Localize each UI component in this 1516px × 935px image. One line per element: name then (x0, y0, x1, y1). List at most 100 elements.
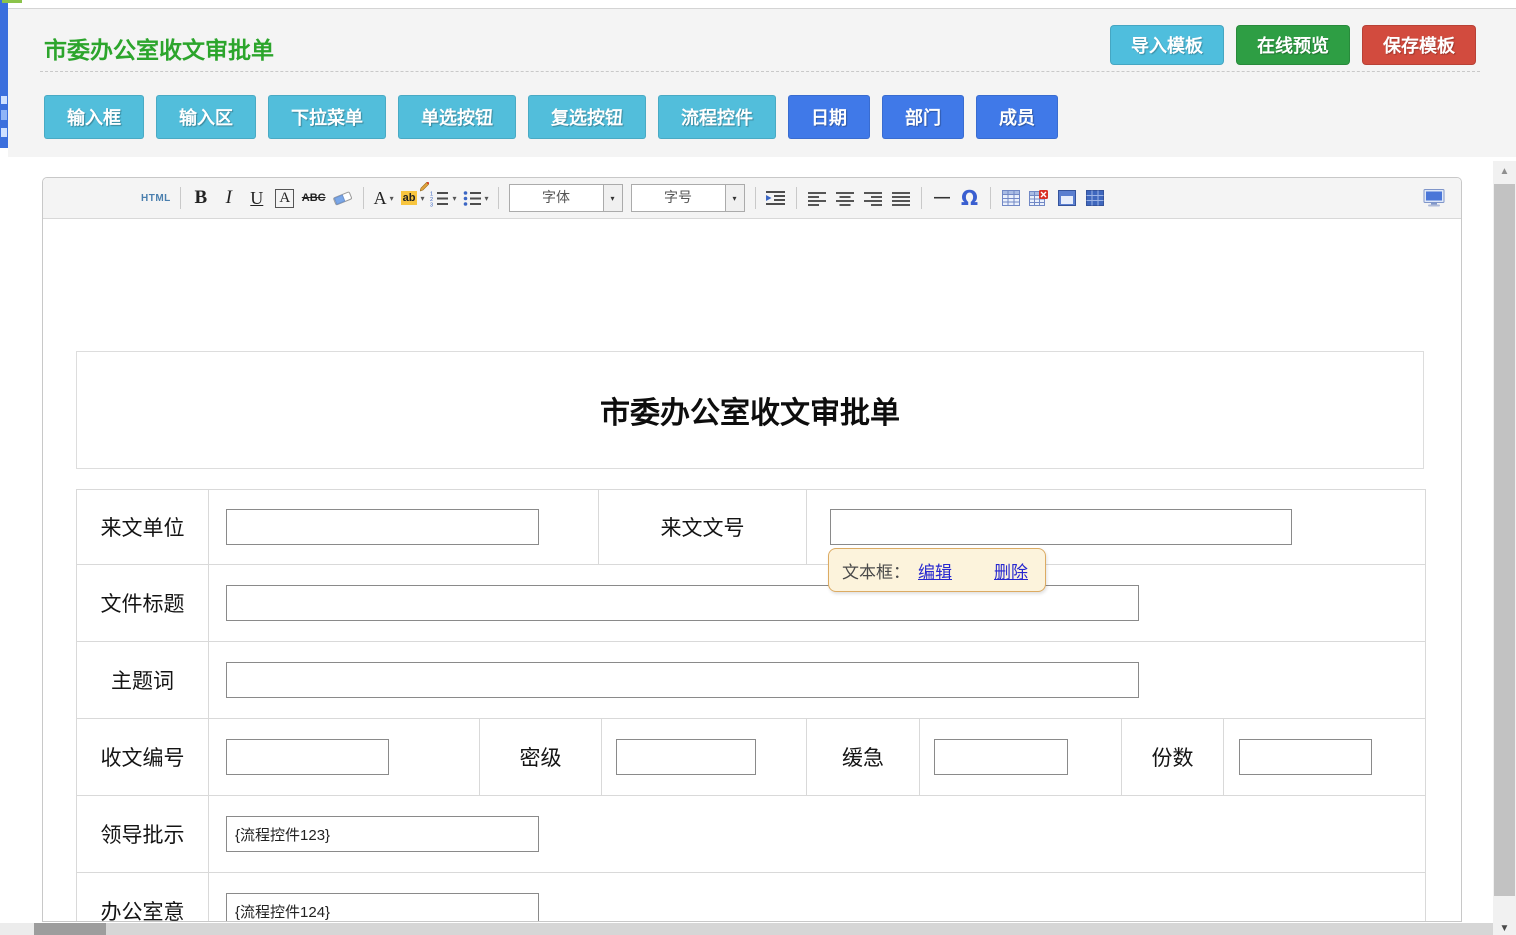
text-border-icon[interactable]: A (275, 189, 294, 208)
window-edge-mark (1, 110, 7, 120)
window-edge-mark (1, 128, 7, 137)
underline-icon[interactable]: U (246, 185, 268, 211)
field-label-security-level: 密级 (520, 742, 562, 772)
incoming-unit-input[interactable] (226, 509, 539, 545)
toolbar-separator (921, 187, 922, 209)
field-context-tooltip: 文本框： 编辑 删除 (828, 548, 1046, 592)
table-cell-properties-icon[interactable] (1056, 185, 1078, 211)
delete-link[interactable]: 删除 (994, 558, 1028, 583)
remove-format-eraser-icon[interactable] (332, 185, 354, 211)
office-opinion-input[interactable] (226, 893, 539, 922)
field-label-incoming-unit: 来文单位 (101, 512, 185, 542)
align-justify-icon[interactable] (890, 185, 912, 211)
highlight-color-icon[interactable]: ab ▾ (401, 185, 425, 211)
toolbar-separator (498, 187, 499, 209)
field-label-incoming-doc-number: 来文文号 (661, 512, 745, 542)
table-row: 办公室意 (77, 873, 1425, 922)
widget-button-dropdown-menu[interactable]: 下拉菜单 (268, 95, 386, 139)
header: 市委办公室收文审批单 导入模板 在线预览 保存模板 输入框 输入区 下拉菜单 单… (8, 9, 1516, 157)
screen: 市委办公室收文审批单 导入模板 在线预览 保存模板 输入框 输入区 下拉菜单 单… (0, 0, 1516, 935)
security-level-input[interactable] (616, 739, 756, 775)
urgency-input[interactable] (934, 739, 1068, 775)
ordered-list-icon[interactable]: 1 2 3 ▾ (430, 185, 456, 211)
insert-table-icon[interactable] (1000, 185, 1022, 211)
header-actions: 导入模板 在线预览 保存模板 (1110, 25, 1476, 65)
vertical-scrollbar-thumb[interactable] (1494, 184, 1515, 896)
online-preview-button[interactable]: 在线预览 (1236, 25, 1350, 65)
widget-toolbar: 输入框 输入区 下拉菜单 单选按钮 复选按钮 流程控件 日期 部门 成员 (44, 95, 1058, 139)
dotted-divider (40, 71, 1480, 72)
scrollbar-corner (0, 923, 34, 935)
incoming-doc-number-input[interactable] (830, 509, 1292, 545)
widget-button-date[interactable]: 日期 (788, 95, 870, 139)
import-template-button[interactable]: 导入模板 (1110, 25, 1224, 65)
pencil-icon (420, 182, 429, 192)
align-center-icon[interactable] (834, 185, 856, 211)
field-label-subject-words: 主题词 (111, 665, 174, 695)
delete-table-icon[interactable] (1028, 185, 1050, 211)
html-source-icon[interactable]: HTML (141, 185, 171, 211)
vertical-scrollbar[interactable]: ▲ ▼ (1493, 161, 1516, 935)
toolbar-separator (180, 187, 181, 209)
table-row: 来文单位 来文文号 (77, 490, 1425, 565)
editor-toolbar: HTML B I U A ABC A▾ ab (43, 178, 1461, 219)
chevron-down-icon[interactable]: ▾ (725, 185, 744, 211)
field-label-receipt-number: 收文编号 (101, 742, 185, 772)
widget-button-flow-control[interactable]: 流程控件 (658, 95, 776, 139)
window-edge-mark (1, 96, 7, 104)
horizontal-scrollbar-thumb[interactable] (34, 923, 106, 935)
field-label-document-title: 文件标题 (101, 588, 185, 618)
horizontal-scrollbar[interactable] (0, 923, 1493, 935)
toolbar-separator (796, 187, 797, 209)
toolbar-separator (990, 187, 991, 209)
font-size-select[interactable]: 字号 ▾ (631, 184, 745, 212)
background-window-edge (0, 0, 8, 148)
table-row: 领导批示 (77, 796, 1425, 873)
receipt-number-input[interactable] (226, 739, 389, 775)
tooltip-label: 文本框： (842, 558, 910, 583)
table-row: 文件标题 (77, 565, 1425, 642)
fullscreen-icon[interactable] (1423, 185, 1445, 211)
align-right-icon[interactable] (862, 185, 884, 211)
document-title-box: 市委办公室收文审批单 (76, 351, 1424, 469)
svg-text:3: 3 (430, 202, 433, 207)
widget-button-input-box[interactable]: 输入框 (44, 95, 144, 139)
editor-content[interactable]: 市委办公室收文审批单 来文单位 来文文号 (43, 219, 1461, 922)
font-color-icon[interactable]: A▾ (373, 185, 395, 211)
unordered-list-icon[interactable]: ▾ (463, 185, 489, 211)
table-row: 收文编号 密级 缓急 (77, 719, 1425, 796)
table-row: 主题词 (77, 642, 1425, 719)
widget-button-input-area[interactable]: 输入区 (156, 95, 256, 139)
form-table: 来文单位 来文文号 文件标题 (76, 489, 1426, 922)
toolbar-separator (755, 187, 756, 209)
align-left-icon[interactable] (806, 185, 828, 211)
widget-button-radio[interactable]: 单选按钮 (398, 95, 516, 139)
field-label-office-opinion: 办公室意 (101, 896, 185, 922)
field-label-leader-comments: 领导批示 (101, 819, 185, 849)
font-family-select[interactable]: 字体 ▾ (509, 184, 623, 212)
document-title: 市委办公室收文审批单 (600, 388, 900, 432)
strikethrough-icon[interactable]: ABC (302, 185, 326, 211)
bold-icon[interactable]: B (190, 185, 212, 211)
chevron-down-icon[interactable]: ▾ (603, 185, 622, 211)
table-properties-icon[interactable] (1084, 185, 1106, 211)
widget-button-checkbox[interactable]: 复选按钮 (528, 95, 646, 139)
italic-icon[interactable]: I (218, 185, 240, 211)
scroll-down-arrow-icon[interactable]: ▼ (1493, 923, 1516, 934)
leader-comments-input[interactable] (226, 816, 539, 852)
copies-input[interactable] (1239, 739, 1372, 775)
special-character-icon[interactable]: Ω (959, 185, 981, 211)
scroll-up-arrow-icon[interactable]: ▲ (1493, 166, 1516, 177)
subject-words-input[interactable] (226, 662, 1139, 698)
horizontal-rule-icon[interactable]: — (931, 185, 953, 211)
toolbar-separator (363, 187, 364, 209)
save-template-button[interactable]: 保存模板 (1362, 25, 1476, 65)
edit-link[interactable]: 编辑 (918, 558, 952, 583)
field-label-urgency: 缓急 (842, 742, 884, 772)
widget-button-department[interactable]: 部门 (882, 95, 964, 139)
widget-button-member[interactable]: 成员 (976, 95, 1058, 139)
window-edge-chip (2, 0, 22, 3)
indent-icon[interactable] (765, 185, 787, 211)
page-title: 市委办公室收文审批单 (44, 31, 274, 65)
rich-text-editor: HTML B I U A ABC A▾ ab (42, 177, 1462, 922)
